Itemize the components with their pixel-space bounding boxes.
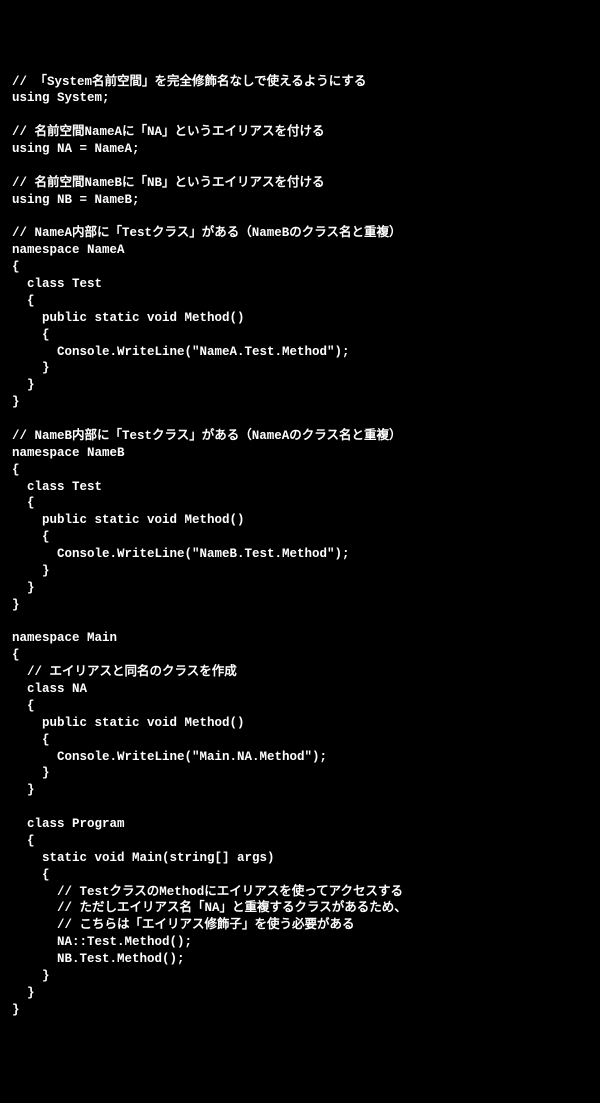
code-block: // 「System名前空間」を完全修飾名なしで使えるようにする using S…: [12, 74, 588, 1019]
